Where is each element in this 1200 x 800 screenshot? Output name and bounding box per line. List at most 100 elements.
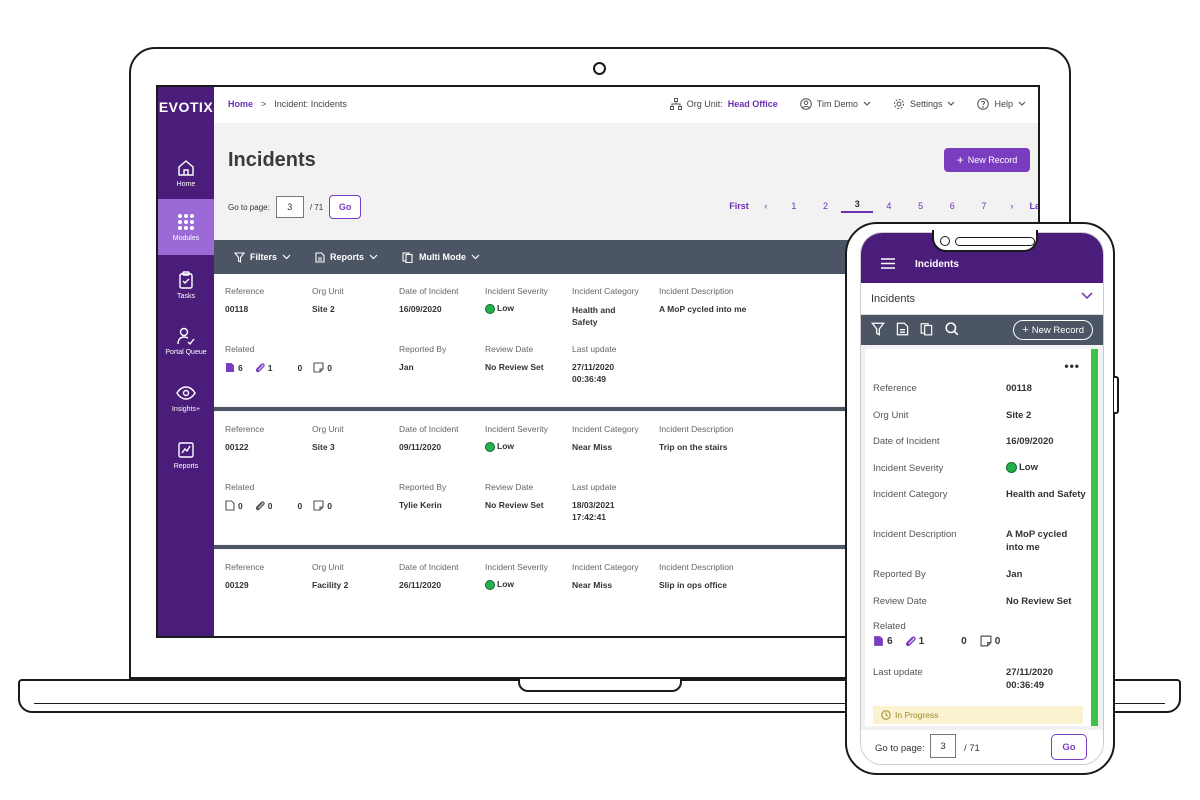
goto-page-input[interactable]: 3	[275, 196, 304, 218]
filters-button[interactable]: Filters	[234, 251, 291, 263]
value-reference: 00122	[225, 442, 249, 452]
pager-page-1[interactable]: 1	[778, 201, 810, 211]
document-icon[interactable]	[896, 322, 909, 336]
stack-icon[interactable]	[920, 322, 934, 336]
chevron-down-icon	[948, 101, 955, 106]
document-icon[interactable]	[225, 500, 235, 511]
sidebar-item-tasks[interactable]: Tasks	[158, 257, 214, 313]
value-category: Near Miss	[572, 580, 613, 590]
help-menu[interactable]: Help	[977, 98, 1026, 110]
value-severity: Low	[485, 441, 514, 452]
sidebar-item-label: Modules	[172, 235, 200, 242]
pager-page-3[interactable]: 3	[841, 199, 874, 213]
new-record-button[interactable]: + New Record	[944, 148, 1030, 172]
sidebar-item-label: Reports	[173, 463, 199, 470]
mobile-value: 16/09/2020	[1006, 436, 1054, 447]
pager-page-4[interactable]: 4	[873, 201, 905, 211]
mobile-title: Incidents	[915, 259, 959, 270]
note-icon[interactable]	[980, 635, 992, 647]
label-date: Date of Incident	[399, 424, 459, 434]
sidebar-item-insights[interactable]: Insights+	[158, 370, 214, 426]
chevron-down-icon	[1018, 101, 1026, 106]
mobile-label: Reference	[873, 383, 917, 394]
note-icon[interactable]	[313, 500, 324, 511]
pager-page-5[interactable]: 5	[905, 201, 937, 211]
org-unit-selector[interactable]: Org Unit: Head Office	[669, 98, 778, 110]
settings-menu[interactable]: Settings	[893, 98, 956, 110]
breadcrumb-current: Incident: Incidents	[274, 99, 347, 109]
sidebar-item-modules[interactable]: Modules	[158, 199, 214, 255]
pager-next-icon[interactable]: ›	[1000, 201, 1024, 211]
mobile-value: Health and Safety	[1006, 489, 1086, 500]
breadcrumb-separator: >	[261, 99, 267, 109]
hamburger-menu-icon[interactable]	[881, 258, 895, 269]
mobile-label: Incident Category	[873, 489, 948, 500]
filter-icon[interactable]	[871, 322, 885, 336]
status-text: In Progress	[895, 710, 939, 720]
page-title: Incidents	[228, 149, 316, 171]
pager-page-6[interactable]: 6	[936, 201, 968, 211]
label-reference: Reference	[225, 286, 265, 296]
value-last-update-date: 18/03/2021	[572, 500, 615, 510]
label-org-unit: Org Unit	[312, 562, 344, 572]
pager-page-2[interactable]: 2	[810, 201, 842, 211]
eye-icon	[176, 386, 196, 400]
search-icon[interactable]	[945, 322, 959, 336]
pager-last[interactable]: Last	[1024, 201, 1038, 211]
pager-first[interactable]: First	[724, 201, 754, 211]
phone-speaker	[955, 237, 1035, 246]
reports-button[interactable]: Reports	[315, 251, 378, 263]
more-options-icon[interactable]: •••	[1064, 359, 1080, 373]
mobile-value: No Review Set	[1006, 596, 1072, 607]
go-button[interactable]: Go	[329, 195, 362, 219]
related-other-count: 0	[297, 362, 303, 373]
clock-icon	[881, 710, 891, 720]
chevron-down-icon	[863, 101, 871, 106]
mobile-goto-input[interactable]: 3	[930, 734, 956, 758]
note-icon[interactable]	[313, 362, 324, 373]
label-severity: Incident Severity	[485, 562, 548, 572]
breadcrumb: Home > Incident: Incidents	[228, 99, 347, 109]
paperclip-icon[interactable]	[254, 362, 265, 373]
status-badge: In Progress	[873, 706, 1083, 724]
multi-mode-button[interactable]: Multi Mode	[402, 251, 480, 263]
multi-mode-label: Multi Mode	[419, 252, 467, 262]
pager-prev-icon[interactable]: ‹	[754, 201, 778, 211]
paperclip-icon[interactable]	[904, 635, 916, 647]
evotix-logo[interactable]: EVOTIX	[158, 87, 214, 127]
breadcrumb-home[interactable]: Home	[228, 99, 253, 109]
mobile-record-card[interactable]: ••• Reference 00118 Org Unit Site 2 Date…	[865, 349, 1098, 726]
value-date: 26/11/2020	[399, 580, 442, 590]
sidebar-item-portal-queue[interactable]: Portal Queue	[158, 313, 214, 369]
sidebar-item-reports[interactable]: Reports	[158, 427, 214, 483]
label-date: Date of Incident	[399, 562, 459, 572]
value-category: Health and Safety	[572, 305, 616, 327]
severity-low-dot	[1006, 461, 1017, 473]
mobile-label: Incident Description	[873, 529, 957, 540]
label-last-update: Last update	[572, 344, 617, 354]
module-select[interactable]: Incidents	[861, 283, 1103, 315]
label-review-date: Review Date	[485, 344, 534, 354]
value-category: Near Miss	[572, 442, 613, 452]
related-other-count: 0	[961, 635, 967, 647]
sidebar-item-home[interactable]: Home	[158, 145, 214, 201]
user-menu[interactable]: Tim Demo	[799, 98, 871, 110]
document-icon[interactable]	[225, 362, 235, 373]
clipboard-icon	[179, 271, 193, 289]
paperclip-icon[interactable]	[254, 500, 265, 511]
mobile-related-counts: 6 1 0 0	[873, 635, 1000, 647]
marketing-composite: EVOTIX Home Modules Tasks Portal Queue I…	[0, 0, 1200, 800]
mobile-go-button[interactable]: Go	[1051, 734, 1087, 760]
person-check-icon	[177, 327, 195, 346]
mobile-new-record-button[interactable]: + New Record	[1013, 320, 1093, 340]
pager-page-7[interactable]: 7	[968, 201, 1000, 211]
mobile-value: Site 2	[1006, 410, 1032, 421]
related-counts: 6 1 0 0	[225, 362, 332, 373]
sidebar-item-label: Home	[176, 181, 196, 188]
home-icon	[178, 160, 194, 176]
document-icon[interactable]	[873, 635, 884, 647]
value-org-unit: Facility 2	[312, 580, 349, 590]
label-reference: Reference	[225, 424, 265, 434]
mobile-toolbar: + New Record	[861, 315, 1103, 345]
label-severity: Incident Severity	[485, 424, 548, 434]
